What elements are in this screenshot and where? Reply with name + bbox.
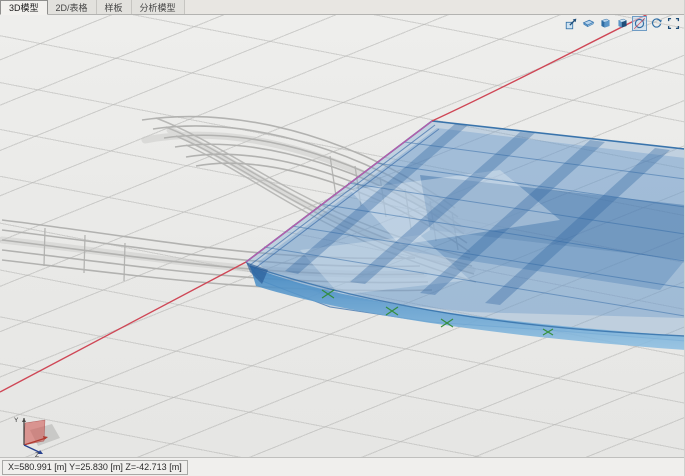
view-tab-bar: 3D模型 2D/表格 样板 分析模型 (0, 0, 684, 15)
tab-analysis-model[interactable]: 分析模型 (132, 0, 185, 14)
tab-3d-model-label: 3D模型 (9, 1, 39, 14)
scene-canvas: Y Z (0, 14, 684, 458)
orbit-mode-button[interactable] (649, 16, 664, 31)
orbit-mode-icon (650, 16, 663, 31)
top-view-button[interactable] (581, 16, 596, 31)
perspective-view-icon (616, 16, 629, 31)
axis-y-label: Y (14, 417, 19, 424)
tab-2d-tables-label: 2D/表格 (56, 1, 88, 14)
tab-2d-tables[interactable]: 2D/表格 (48, 0, 97, 14)
rotate-mode-button[interactable] (632, 16, 647, 31)
rotate-mode-icon (633, 16, 646, 31)
viewport-3d[interactable]: Y Z (0, 14, 684, 458)
fit-view-button[interactable] (564, 16, 579, 31)
application-window: 3D模型 2D/表格 样板 分析模型 (0, 0, 685, 476)
fit-view-icon (565, 16, 578, 31)
zoom-extents-icon (667, 16, 680, 31)
tab-analysis-model-label: 分析模型 (140, 1, 176, 14)
tab-template-label: 样板 (105, 1, 123, 14)
perspective-view-button[interactable] (615, 16, 630, 31)
front-view-icon (599, 16, 612, 31)
status-bar: X=580.991 [m] Y=25.830 [m] Z=-42.713 [m] (0, 457, 684, 476)
zoom-extents-button[interactable] (666, 16, 681, 31)
tab-3d-model[interactable]: 3D模型 (0, 0, 48, 15)
view-toolbar (564, 16, 681, 31)
alignment-line-lower (0, 262, 246, 392)
cursor-coordinates: X=580.991 [m] Y=25.830 [m] Z=-42.713 [m] (2, 460, 188, 475)
top-view-icon (582, 16, 595, 31)
tab-template[interactable]: 样板 (97, 0, 132, 14)
axis-gizmo: Y Z (14, 417, 60, 458)
front-view-button[interactable] (598, 16, 613, 31)
